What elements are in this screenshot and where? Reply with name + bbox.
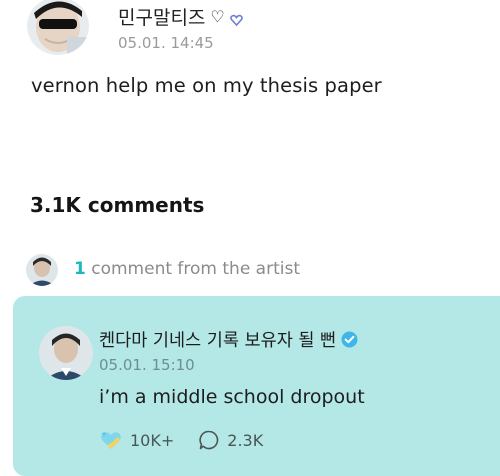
artist-comment-actions: 10K+ 2.3K xyxy=(99,428,287,452)
artist-comment-card[interactable]: 켄다마 기네스 기록 보유자 될 뻔 05.01. 15:10 i’m a mi… xyxy=(13,296,500,476)
fan-badge-icon xyxy=(229,10,243,27)
reply-count: 2.3K xyxy=(227,430,264,450)
author-avatar[interactable] xyxy=(27,0,89,55)
author-name[interactable]: 민구말티즈 ♡ xyxy=(118,3,243,30)
artist-comment-label: comment from the artist xyxy=(85,259,301,279)
speech-bubble-icon xyxy=(198,429,220,451)
reply-button[interactable]: 2.3K xyxy=(198,429,263,451)
artist-name-text: 켄다마 기네스 기록 보유자 될 뻔 xyxy=(99,331,337,351)
post-body-text: vernon help me on my thesis paper xyxy=(31,74,382,97)
heart-emoji: ♡ xyxy=(210,7,225,26)
artist-name[interactable]: 켄다마 기네스 기록 보유자 될 뻔 xyxy=(99,327,358,352)
comments-count[interactable]: 3.1K comments xyxy=(30,193,204,217)
artist-avatar-small xyxy=(26,254,58,286)
verified-check-icon xyxy=(341,331,358,348)
post-timestamp: 05.01. 14:45 xyxy=(118,34,214,52)
like-button[interactable]: 10K+ xyxy=(99,429,174,451)
post-header: 민구말티즈 ♡ 05.01. 14:45 xyxy=(20,0,480,60)
sparkle-heart-icon xyxy=(99,429,123,451)
artist-comment-count: 1 xyxy=(74,259,86,279)
artist-avatar[interactable] xyxy=(39,326,93,380)
artist-comment-summary-text: 1 comment from the artist xyxy=(74,259,300,279)
artist-comment-timestamp: 05.01. 15:10 xyxy=(99,356,195,374)
author-name-text: 민구말티즈 xyxy=(118,7,206,29)
like-count: 10K+ xyxy=(130,430,175,450)
artist-comment-text: i’m a middle school dropout xyxy=(99,386,365,408)
artist-comment-summary[interactable]: 1 comment from the artist xyxy=(26,254,466,286)
